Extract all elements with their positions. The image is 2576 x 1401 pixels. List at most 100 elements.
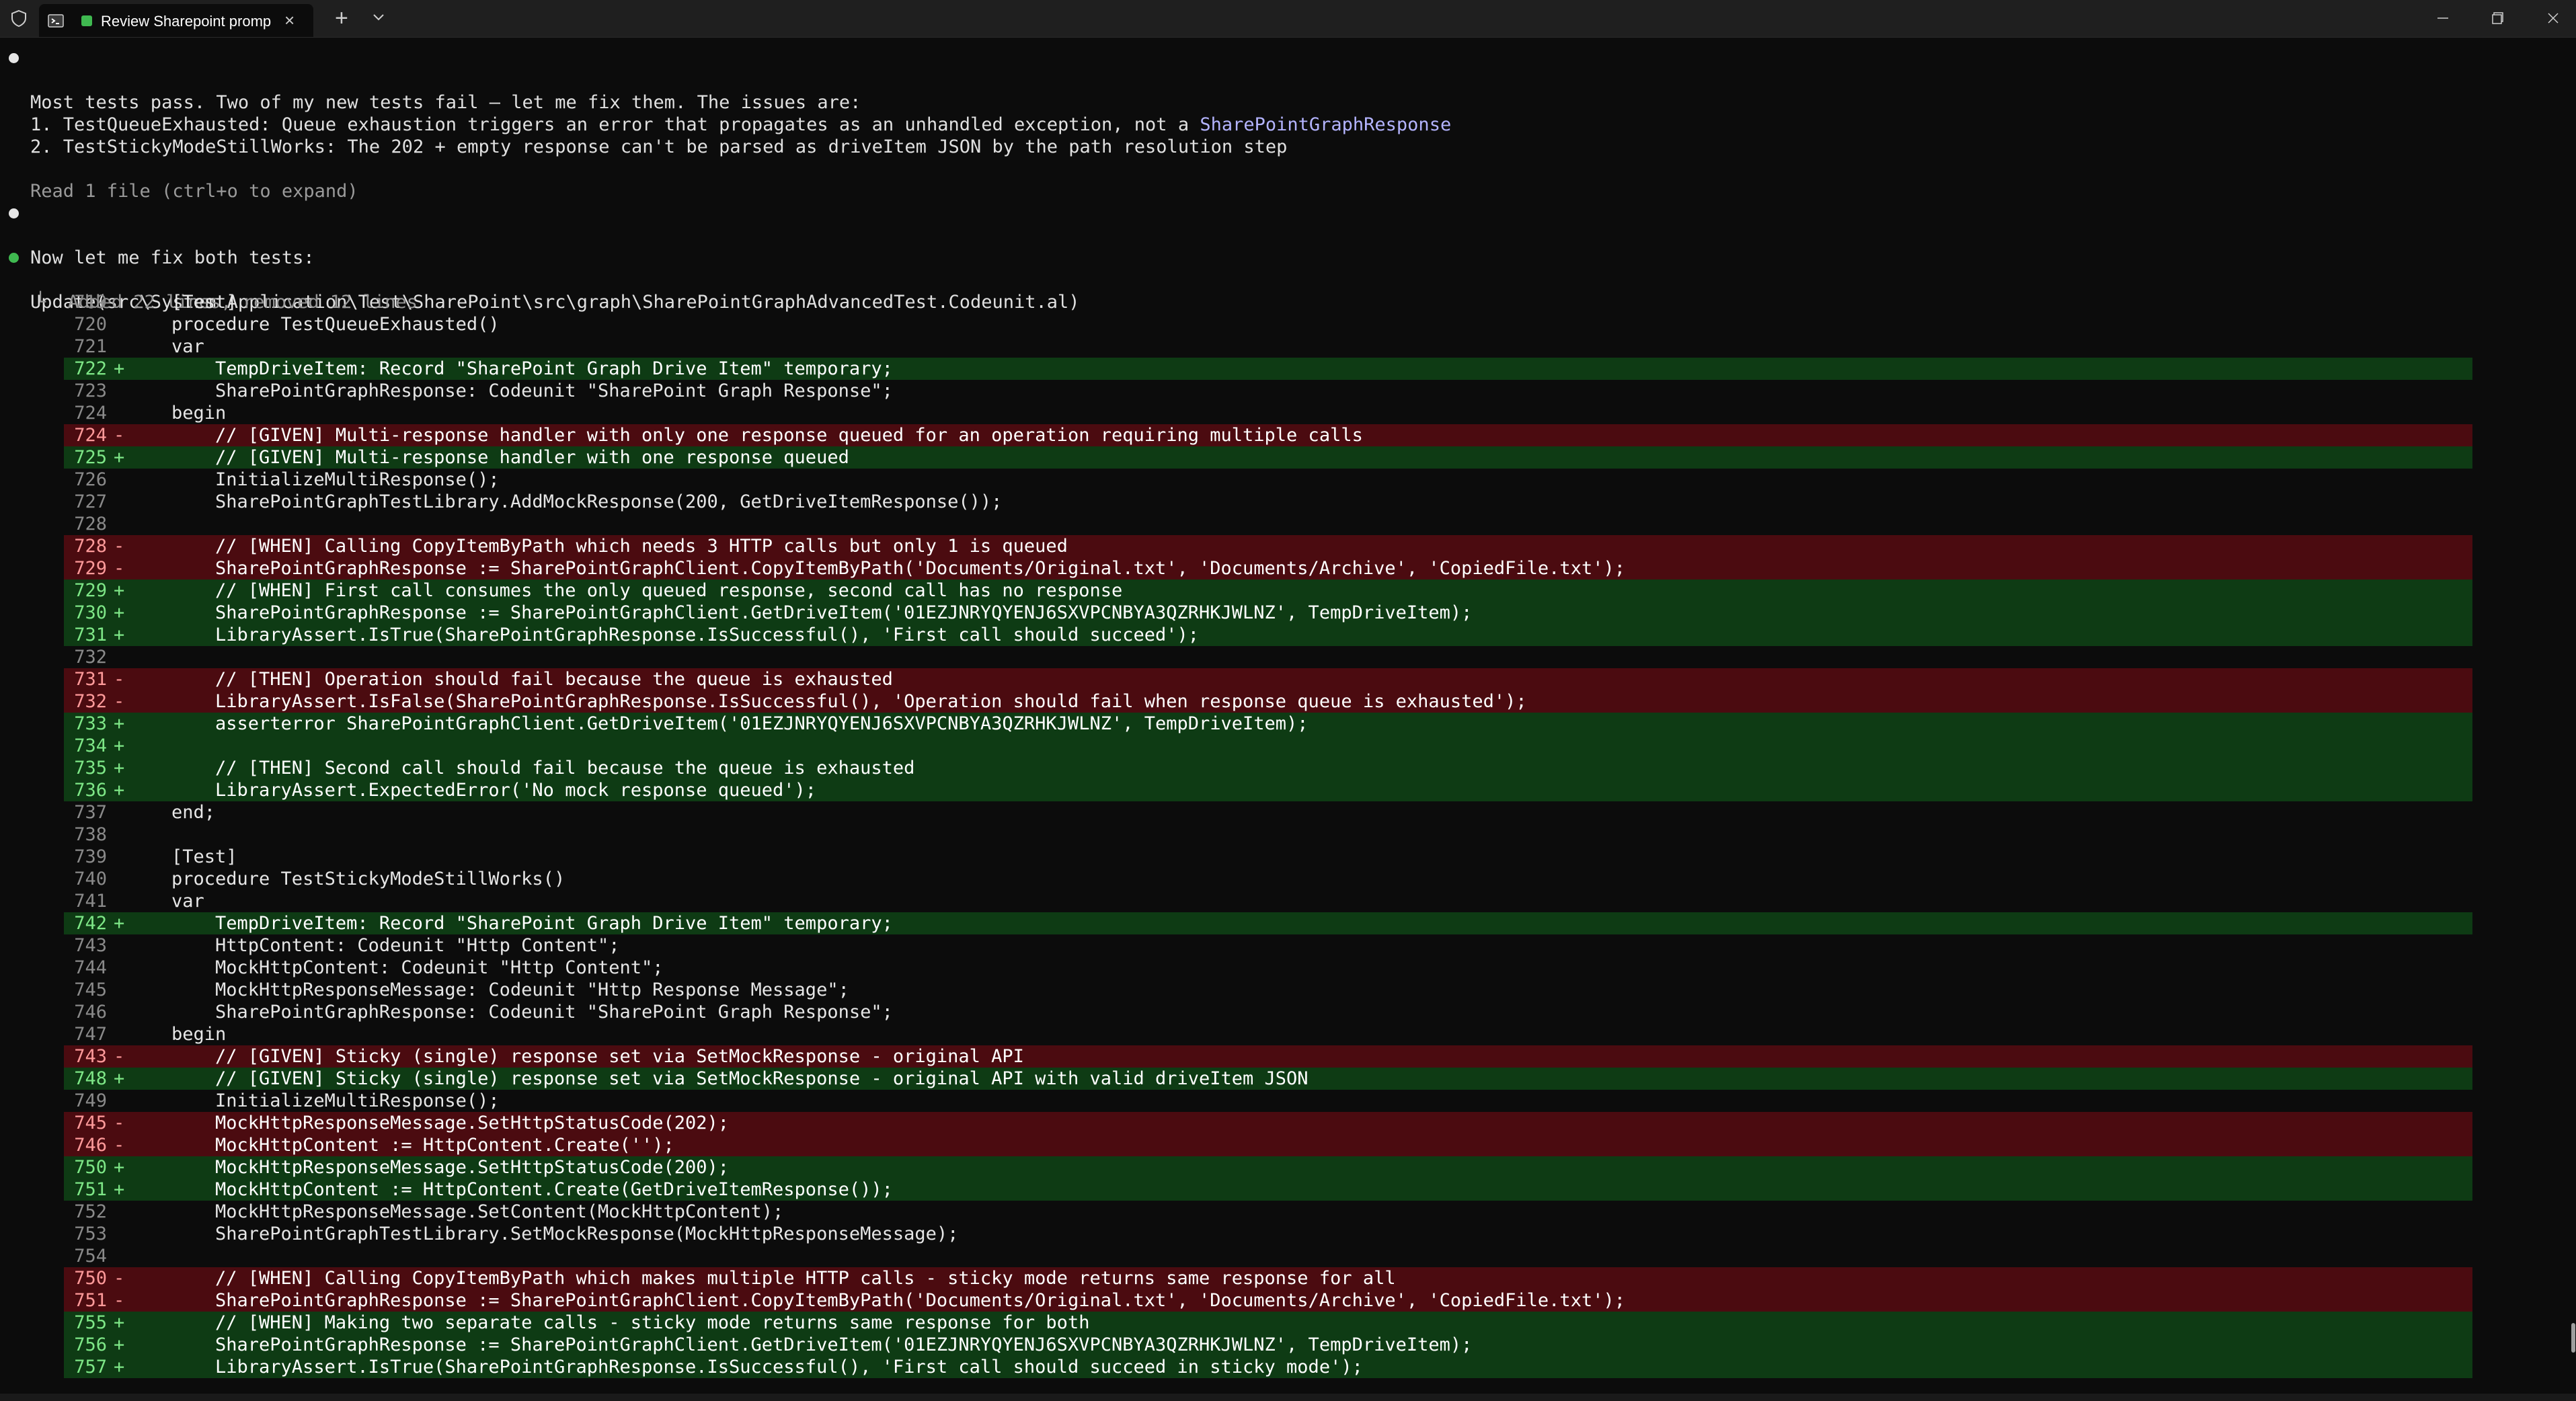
code-text: LibraryAssert.IsTrue(SharePointGraphResp… <box>171 1357 1363 1377</box>
code-text: end; <box>171 802 216 823</box>
line-number: 724 <box>74 403 107 424</box>
line-number: 737 <box>74 802 107 823</box>
code-text: MockHttpContent: Codeunit "Http Content"… <box>171 957 664 978</box>
diff-line: 729 + // [WHEN] First call consumes the o… <box>64 579 2472 602</box>
added-marker: + <box>114 602 125 623</box>
diff-line: 748 + // [GIVEN] Sticky (single) response… <box>64 1068 2472 1090</box>
diff-line: 747 begin <box>64 1023 2472 1045</box>
diff-line: 736 + LibraryAssert.ExpectedError('No moc… <box>64 779 2472 801</box>
code-text: SharePointGraphResponse: Codeunit "Share… <box>171 381 893 401</box>
line-number: 728 <box>74 536 107 557</box>
message-line: 2. TestStickyModeStillWorks: The 202 + e… <box>0 114 1287 157</box>
terminal-output: Most tests pass. Two of my new tests fai… <box>0 47 2576 1378</box>
line-number: 754 <box>74 1246 107 1267</box>
code-text: // [GIVEN] Multi-response handler with o… <box>171 447 849 468</box>
code-text: // [WHEN] Calling CopyItemByPath which n… <box>171 536 1068 557</box>
line-number: 731 <box>74 625 107 645</box>
line-number: 730 <box>74 602 107 623</box>
diff-line: 746- MockHttpContent := HttpContent.Crea… <box>64 1134 2472 1156</box>
close-icon[interactable] <box>2542 7 2565 30</box>
diff-line: 724 begin <box>64 402 2472 424</box>
line-number: 741 <box>74 891 107 912</box>
code-text: LibraryAssert.IsTrue(SharePointGraphResp… <box>171 625 1200 645</box>
line-number: 742 <box>74 913 107 934</box>
code-text: begin <box>171 403 227 424</box>
line-number: 729 <box>74 580 107 601</box>
diff-line: 750- // [WHEN] Calling CopyItemByPath wh… <box>64 1267 2472 1289</box>
code-text: MockHttpResponseMessage: Codeunit "Http … <box>171 979 849 1000</box>
code-text: MockHttpResponseMessage.SetHttpStatusCod… <box>171 1113 730 1133</box>
diff-line: 755 + // [WHEN] Making two separate calls… <box>64 1312 2472 1334</box>
diff-line: 745 MockHttpResponseMessage: Codeunit "H… <box>64 979 2472 1001</box>
added-marker: + <box>114 780 125 801</box>
line-number: 752 <box>74 1201 107 1222</box>
code-text: // [WHEN] Making two separate calls - st… <box>171 1312 1090 1333</box>
diff-line: 730 + SharePointGraphResponse := SharePoi… <box>64 602 2472 624</box>
line-number: 743 <box>74 935 107 956</box>
line-number: 722 <box>74 358 107 379</box>
removed-marker: - <box>114 1135 125 1156</box>
diff-line: 732 <box>64 646 2472 668</box>
chevron-down-icon[interactable] <box>371 12 386 23</box>
line-number: 724 <box>74 425 107 446</box>
line-number: 757 <box>74 1357 107 1377</box>
added-marker: + <box>114 1357 125 1377</box>
line-number: 746 <box>74 1002 107 1023</box>
code-text: SharePointGraphResponse := SharePointGra… <box>171 1334 1473 1355</box>
shield-icon[interactable] <box>9 9 28 28</box>
diff-line: 740 procedure TestStickyModeStillWorks() <box>64 868 2472 890</box>
diff-line: 731 + LibraryAssert.IsTrue(SharePointGrap… <box>64 624 2472 646</box>
close-tab-icon[interactable]: × <box>284 11 299 29</box>
code-text: var <box>171 336 204 357</box>
line-number: 750 <box>74 1157 107 1178</box>
scrollbar-thumb[interactable] <box>2571 1323 2575 1353</box>
message-line: Read 1 file (ctrl+o to expand) <box>0 158 358 202</box>
line-number: 748 <box>74 1068 107 1089</box>
added-marker: + <box>114 1068 125 1089</box>
diff-line: 734 + <box>64 735 2472 757</box>
code-text: // [THEN] Operation should fail because … <box>171 669 893 690</box>
line-number: 735 <box>74 758 107 778</box>
line-number: 732 <box>74 647 107 668</box>
code-text: MockHttpContent := HttpContent.Create(Ge… <box>171 1179 893 1200</box>
read-file-note[interactable]: Read 1 file (ctrl+o to expand) <box>30 180 358 202</box>
added-marker: + <box>114 447 125 468</box>
diff-line: 738 <box>64 824 2472 846</box>
diff-line: 751- SharePointGraphResponse := SharePoi… <box>64 1289 2472 1312</box>
diff-line: 739 [Test] <box>64 846 2472 868</box>
added-marker: + <box>114 580 125 601</box>
tab-title: Review Sharepoint promp <box>101 13 272 30</box>
tab-review-sharepoint[interactable]: Review Sharepoint promp × <box>39 4 313 37</box>
diff-line: 746 SharePointGraphResponse: Codeunit "S… <box>64 1001 2472 1023</box>
diff-line: 753 SharePointGraphTestLibrary.SetMockRe… <box>64 1223 2472 1245</box>
maximize-icon[interactable] <box>2487 7 2509 30</box>
removed-marker: - <box>114 669 125 690</box>
assistant-message: Most tests pass. Two of my new tests fai… <box>30 92 861 113</box>
line-number: 727 <box>74 491 107 512</box>
removed-marker: - <box>114 536 125 557</box>
line-number: 728 <box>74 514 107 534</box>
line-number: 740 <box>74 869 107 889</box>
added-marker: + <box>114 358 125 379</box>
code-text: procedure TestStickyModeStillWorks() <box>171 869 565 889</box>
issue-item: 2. TestStickyModeStillWorks: The 202 + e… <box>30 136 1288 157</box>
code-text: procedure TestQueueExhausted() <box>171 314 500 335</box>
line-number: 746 <box>74 1135 107 1156</box>
message-line: Most tests pass. Two of my new tests fai… <box>0 47 861 113</box>
minimize-icon[interactable] <box>2431 7 2454 30</box>
new-tab-button[interactable]: + <box>335 7 348 30</box>
added-marker: + <box>114 1312 125 1333</box>
removed-marker: - <box>114 1046 125 1067</box>
diff-line: 732- LibraryAssert.IsFalse(SharePointGra… <box>64 690 2472 713</box>
code-text: TempDriveItem: Record "SharePoint Graph … <box>171 913 893 934</box>
code-text: // [WHEN] Calling CopyItemByPath which m… <box>171 1268 1396 1289</box>
added-marker: + <box>114 913 125 934</box>
line-number: 744 <box>74 957 107 978</box>
added-marker: + <box>114 713 125 734</box>
code-text: SharePointGraphResponse := SharePointGra… <box>171 558 1625 579</box>
diff-line: 754 <box>64 1245 2472 1267</box>
line-number: 733 <box>74 713 107 734</box>
bullet-icon <box>9 208 19 218</box>
line-number: 743 <box>74 1046 107 1067</box>
line-number: 719 <box>74 292 107 313</box>
